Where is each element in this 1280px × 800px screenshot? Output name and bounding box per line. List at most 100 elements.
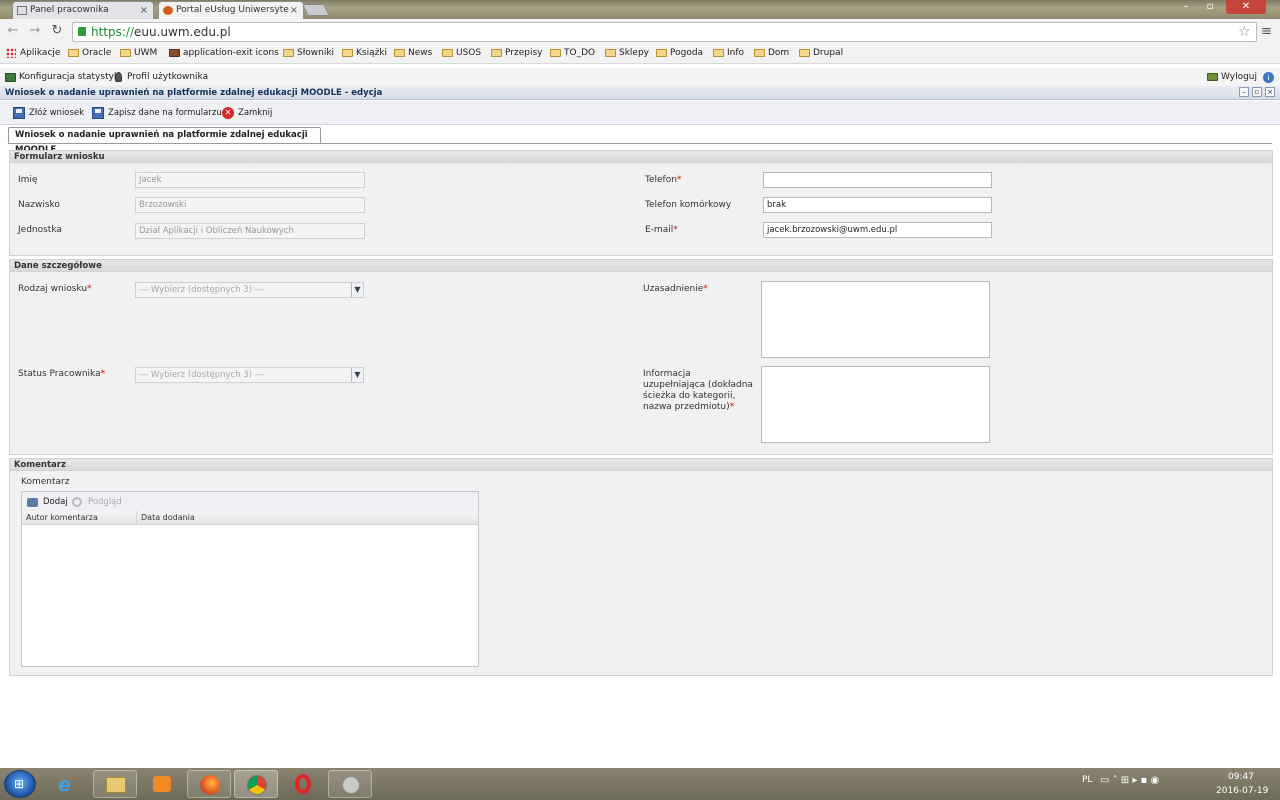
section-title: Komentarz (10, 459, 1272, 471)
taskbar-media-player[interactable] (140, 770, 184, 798)
folder-icon (799, 49, 810, 57)
bookmark-star-icon[interactable]: ☆ (1238, 24, 1251, 40)
taskbar-internet-explorer[interactable]: e (46, 770, 90, 798)
section-title: Dane szczegółowe (10, 260, 1272, 272)
ie-icon: e (58, 774, 71, 796)
uzasadnienie-textarea[interactable] (761, 281, 990, 358)
language-indicator[interactable]: PL (1082, 775, 1092, 785)
forward-icon[interactable]: → (28, 24, 42, 38)
bookmark-to-do[interactable]: TO_DO (550, 44, 595, 62)
tab-form[interactable]: Wniosek o nadanie uprawnień na platformi… (8, 127, 321, 155)
bookmark-dom[interactable]: Dom (754, 44, 789, 62)
chart-icon (5, 73, 16, 82)
folder-icon (754, 49, 765, 57)
site-icon (169, 49, 180, 57)
folder-icon (713, 49, 724, 57)
maximize-icon[interactable]: ▫ (1200, 0, 1220, 14)
close-window-icon[interactable]: ✕ (1226, 0, 1266, 14)
email-field[interactable]: jacek.brzozowski@uwm.edu.pl (763, 222, 992, 238)
section-title: Formularz wniosku (10, 151, 1272, 163)
close-icon: ✕ (222, 107, 234, 119)
add-comment-button[interactable]: Dodaj (27, 494, 68, 510)
telefon-komorkowy-label: Telefon komórkowy (645, 200, 732, 210)
imie-field[interactable]: Jacek (135, 172, 365, 188)
help-icon[interactable]: i (1263, 72, 1274, 83)
nazwisko-field[interactable]: Brzozowski (135, 197, 365, 213)
start-button[interactable]: ⊞ (4, 770, 36, 798)
tab-panel-pracownika[interactable]: Panel pracownika × (12, 1, 154, 19)
telefon-field[interactable] (763, 172, 992, 188)
bookmark-usos[interactable]: USOS (442, 44, 481, 62)
bookmark-drupal[interactable]: Drupal (799, 44, 843, 62)
column-autor-komentarza[interactable]: Autor komentarza (26, 513, 98, 522)
close-form-button[interactable]: ✕ Zamknij (222, 105, 272, 121)
informacja-uzupelniajaca-textarea[interactable] (761, 366, 990, 443)
taskbar-app[interactable] (328, 770, 372, 798)
minimize-icon[interactable]: – (1176, 0, 1196, 14)
link-konfiguracja-statystyk[interactable]: Konfiguracja statystyk (5, 68, 119, 86)
save-icon (13, 107, 25, 119)
status-pracownika-select[interactable]: --- Wybierz (dostępnych 3) --- ▼ (135, 367, 364, 383)
folder-icon (120, 49, 131, 57)
link-profil-uzytkownika[interactable]: Profil użytkownika (113, 68, 208, 86)
windows-logo-icon: ⊞ (14, 777, 25, 791)
folder-icon (394, 49, 405, 57)
imie-label: Imię (18, 175, 38, 185)
address-bar[interactable] (72, 22, 1257, 42)
tray-icons[interactable]: ▭ ˄ ⊞ ▸ ▪ ◉ (1100, 775, 1159, 786)
media-icon (153, 776, 171, 792)
folder-icon (442, 49, 453, 57)
jednostka-field[interactable]: Dział Aplikacji i Obliczeń Naukowych (135, 223, 365, 239)
telefon-label: Telefon* (645, 175, 682, 185)
folder-icon (283, 49, 294, 57)
close-tab-icon[interactable]: × (140, 2, 148, 19)
app-icon (342, 776, 360, 794)
menu-icon[interactable]: ≡ (1261, 24, 1272, 39)
taskbar-chrome[interactable] (234, 770, 278, 798)
logout-link[interactable]: Wyloguj (1207, 68, 1257, 86)
bookmark-news[interactable]: News (394, 44, 432, 62)
back-icon[interactable]: ← (6, 24, 20, 38)
bookmark-slowniki[interactable]: Słowniki (283, 44, 334, 62)
taskbar-explorer[interactable] (93, 770, 137, 798)
folder-icon (68, 49, 79, 57)
clock-time[interactable]: 09:47 (1228, 772, 1254, 782)
telefon-komorkowy-field[interactable]: brak (763, 197, 992, 213)
reload-icon[interactable]: ↻ (50, 24, 64, 38)
save-form-button[interactable]: Zapisz dane na formularzu (92, 105, 222, 121)
bookmark-przepisy[interactable]: Przepisy (491, 44, 542, 62)
bookmark-pogoda[interactable]: Pogoda (656, 44, 703, 62)
rodzaj-wniosku-label: Rodzaj wniosku* (18, 284, 92, 294)
preview-comment-button[interactable]: Podgląd (72, 494, 122, 510)
taskbar-firefox[interactable] (187, 770, 231, 798)
folder-icon (342, 49, 353, 57)
column-data-dodania[interactable]: Data dodania (141, 513, 195, 522)
user-icon (115, 72, 122, 82)
submit-request-button[interactable]: Złóż wniosek (13, 105, 84, 121)
bookmark-oracle[interactable]: Oracle (68, 44, 111, 62)
taskbar-opera[interactable] (281, 770, 325, 798)
close-tab-icon[interactable]: × (290, 2, 298, 19)
page-icon (17, 6, 27, 15)
bookmark-sklepy[interactable]: Sklepy (605, 44, 649, 62)
bookmark-apps[interactable]: Aplikacje (6, 44, 60, 62)
rodzaj-wniosku-select[interactable]: --- Wybierz (dostępnych 3) --- ▼ (135, 282, 364, 298)
opera-icon (295, 774, 311, 794)
magnifier-icon (72, 497, 82, 507)
url-text[interactable]: https://euu.uwm.edu.pl (91, 22, 231, 42)
bookmark-info[interactable]: Info (713, 44, 744, 62)
add-icon (27, 498, 38, 507)
tab-portal-euslug[interactable]: Portal eUsług Uniwersyte × (158, 1, 304, 19)
chevron-down-icon[interactable]: ▼ (351, 368, 363, 382)
folder-icon (605, 49, 616, 57)
bookmark-uwm[interactable]: UWM (120, 44, 157, 62)
chevron-down-icon[interactable]: ▼ (351, 283, 363, 297)
jednostka-label: Jednostka (18, 225, 62, 235)
window-close-icon[interactable]: × (1265, 87, 1275, 97)
window-minimize-icon[interactable]: – (1239, 87, 1249, 97)
column-divider (136, 511, 137, 525)
bookmark-ksiazki[interactable]: Książki (342, 44, 387, 62)
window-maximize-icon[interactable]: ▫ (1252, 87, 1262, 97)
bookmark-application-exit-icons[interactable]: application-exit icons (169, 44, 279, 62)
clock-date[interactable]: 2016-07-19 (1216, 786, 1268, 796)
